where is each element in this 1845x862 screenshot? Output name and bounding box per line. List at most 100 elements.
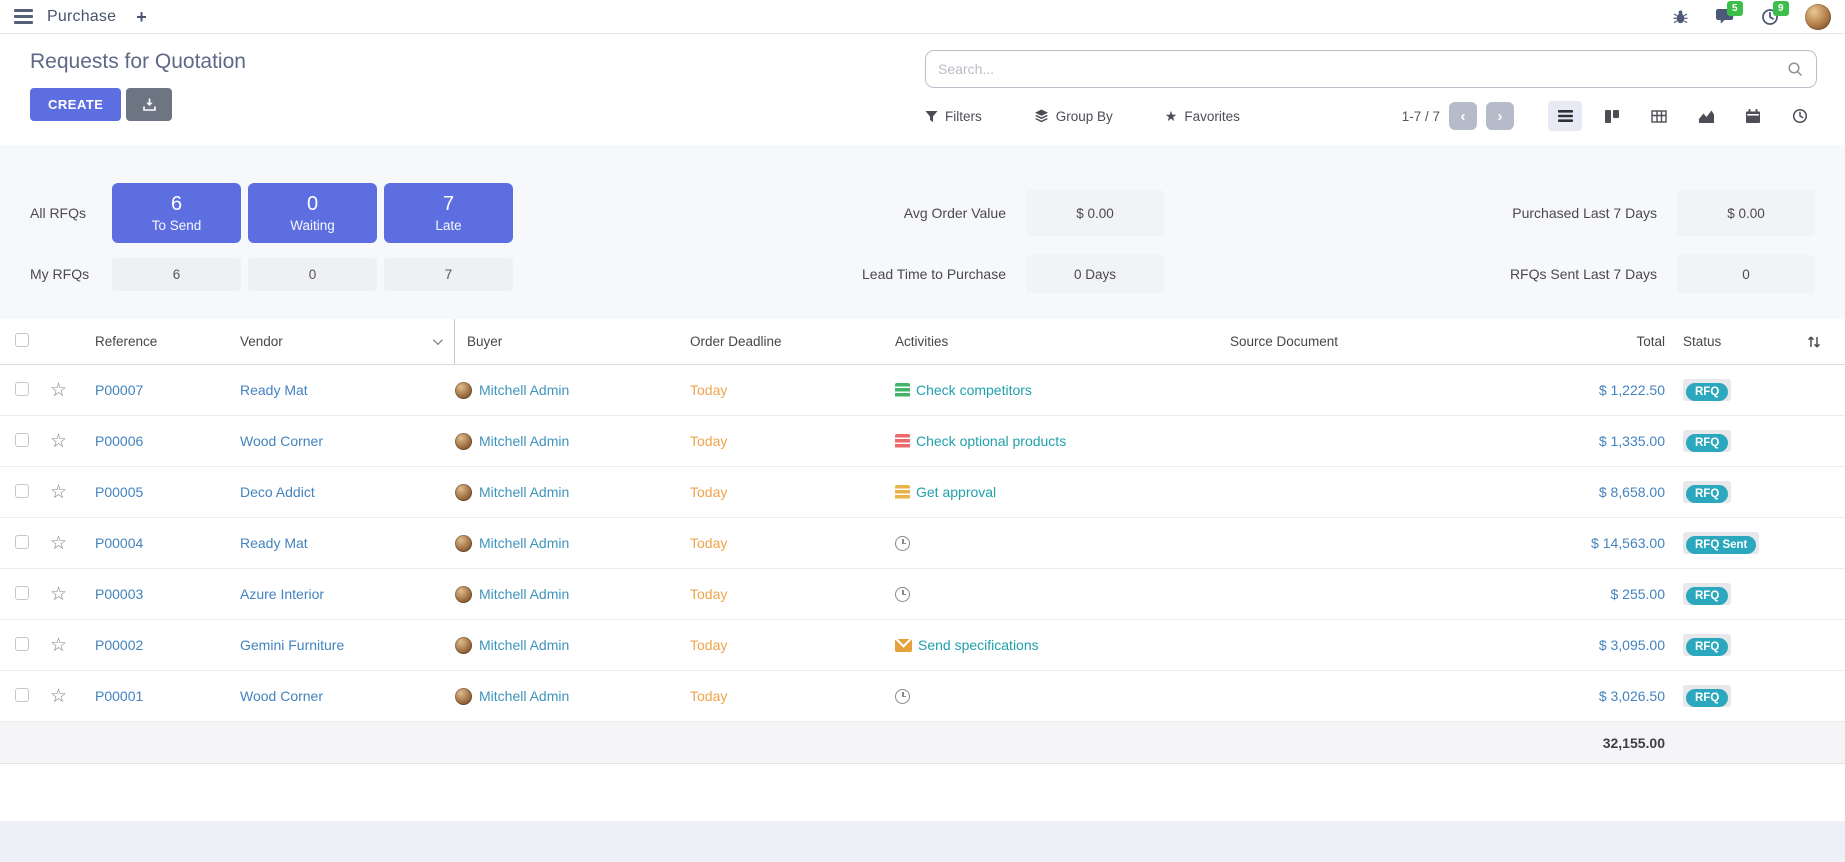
pager-range: 1-7 / 7 <box>1402 109 1440 124</box>
export-button[interactable] <box>126 88 172 121</box>
reference-link[interactable]: P00006 <box>95 433 240 449</box>
activity-cell[interactable]: Check competitors <box>895 382 1230 398</box>
table-row[interactable]: ☆ P00006 Wood Corner Mitchell Admin Toda… <box>0 416 1845 467</box>
activity-clock-icon[interactable] <box>895 587 910 602</box>
favorite-star-icon[interactable]: ☆ <box>50 432 95 451</box>
filters-label: Filters <box>945 109 982 124</box>
group-by-button[interactable]: Group By <box>1034 109 1113 124</box>
activity-icon[interactable] <box>895 383 910 398</box>
row-checkbox[interactable] <box>15 637 29 651</box>
reference-link[interactable]: P00003 <box>95 586 240 602</box>
row-checkbox[interactable] <box>15 586 29 600</box>
total-cell: $ 1,335.00 <box>1515 433 1665 449</box>
col-buyer[interactable]: Buyer <box>455 334 690 349</box>
lead-time-label: Lead Time to Purchase <box>513 266 1026 282</box>
activity-clock-icon[interactable] <box>895 536 910 551</box>
activity-icon[interactable] <box>895 434 910 449</box>
favorites-button[interactable]: ★ Favorites <box>1165 109 1240 124</box>
messages-icon[interactable]: 5 <box>1715 8 1735 26</box>
activity-cell[interactable]: Check optional products <box>895 433 1230 449</box>
activity-cell[interactable] <box>895 536 1230 551</box>
activity-cell[interactable]: Send specifications <box>895 637 1230 653</box>
col-reference[interactable]: Reference <box>95 334 240 349</box>
pager-previous-button[interactable]: ‹ <box>1449 102 1477 130</box>
status-badge: RFQ <box>1686 434 1728 452</box>
table-row[interactable]: ☆ P00005 Deco Addict Mitchell Admin Toda… <box>0 467 1845 518</box>
optional-columns-icon[interactable] <box>1806 334 1822 350</box>
new-tab-icon[interactable]: + <box>136 8 147 26</box>
vendor-cell: Wood Corner <box>240 433 455 449</box>
table-row[interactable]: ☆ P00003 Azure Interior Mitchell Admin T… <box>0 569 1845 620</box>
vendor-cell: Deco Addict <box>240 484 455 500</box>
debug-bug-icon[interactable] <box>1672 9 1689 25</box>
table-row[interactable]: ☆ P00007 Ready Mat Mitchell Admin Today … <box>0 365 1845 416</box>
favorite-star-icon[interactable]: ☆ <box>50 483 95 502</box>
reference-link[interactable]: P00001 <box>95 688 240 704</box>
status-badge: RFQ <box>1686 689 1728 707</box>
pager-next-button[interactable]: › <box>1486 102 1514 130</box>
favorite-star-icon[interactable]: ☆ <box>50 585 95 604</box>
reference-link[interactable]: P00002 <box>95 637 240 653</box>
graph-view-button[interactable] <box>1689 101 1723 131</box>
all-rfqs-label: All RFQs <box>30 205 112 221</box>
activities-clock-icon[interactable]: 9 <box>1761 8 1779 26</box>
col-order-deadline[interactable]: Order Deadline <box>690 334 895 349</box>
row-checkbox[interactable] <box>15 382 29 396</box>
reference-link[interactable]: P00005 <box>95 484 240 500</box>
col-activities[interactable]: Activities <box>895 334 1230 349</box>
activity-view-button[interactable] <box>1783 101 1817 131</box>
order-deadline: Today <box>690 637 895 653</box>
favorite-star-icon[interactable]: ☆ <box>50 636 95 655</box>
filters-button[interactable]: Filters <box>925 109 982 124</box>
my-kpi-late[interactable]: 7 <box>384 258 513 291</box>
kpi-late[interactable]: 7 Late <box>384 183 513 243</box>
apps-menu-icon[interactable] <box>14 9 33 24</box>
activity-envelope-icon[interactable] <box>895 639 912 652</box>
app-title[interactable]: Purchase <box>47 8 116 26</box>
buyer-name: Mitchell Admin <box>479 688 569 704</box>
row-checkbox[interactable] <box>15 535 29 549</box>
calendar-view-button[interactable] <box>1736 101 1770 131</box>
col-status[interactable]: Status <box>1665 334 1783 349</box>
reference-link[interactable]: P00004 <box>95 535 240 551</box>
favorite-star-icon[interactable]: ☆ <box>50 687 95 706</box>
kanban-view-button[interactable] <box>1595 101 1629 131</box>
status-badge: RFQ <box>1686 485 1728 503</box>
activity-cell[interactable] <box>895 587 1230 602</box>
table-row[interactable]: ☆ P00004 Ready Mat Mitchell Admin Today … <box>0 518 1845 569</box>
row-checkbox[interactable] <box>15 688 29 702</box>
activity-cell[interactable] <box>895 689 1230 704</box>
my-kpi-to-send[interactable]: 6 <box>112 258 241 291</box>
user-avatar[interactable] <box>1805 4 1831 30</box>
row-checkbox[interactable] <box>15 484 29 498</box>
col-source-document[interactable]: Source Document <box>1230 334 1515 349</box>
row-checkbox[interactable] <box>15 433 29 447</box>
messages-count-badge: 5 <box>1727 1 1743 16</box>
buyer-avatar <box>455 382 472 399</box>
group-by-label: Group By <box>1056 109 1113 124</box>
pivot-view-button[interactable] <box>1642 101 1676 131</box>
favorite-star-icon[interactable]: ☆ <box>50 381 95 400</box>
activity-label: Check optional products <box>916 433 1066 449</box>
list-view-button[interactable] <box>1548 101 1582 131</box>
reference-link[interactable]: P00007 <box>95 382 240 398</box>
my-kpi-waiting[interactable]: 0 <box>248 258 377 291</box>
search-bar[interactable] <box>925 50 1817 88</box>
table-row[interactable]: ☆ P00001 Wood Corner Mitchell Admin Toda… <box>0 671 1845 722</box>
status-badge: RFQ <box>1686 383 1728 401</box>
table-row[interactable]: ☆ P00002 Gemini Furniture Mitchell Admin… <box>0 620 1845 671</box>
activity-clock-icon[interactable] <box>895 689 910 704</box>
create-button[interactable]: CREATE <box>30 88 121 121</box>
col-vendor[interactable]: Vendor <box>240 319 455 364</box>
total-cell: $ 8,658.00 <box>1515 484 1665 500</box>
search-input[interactable] <box>938 61 1787 77</box>
order-deadline: Today <box>690 586 895 602</box>
select-all-checkbox[interactable] <box>15 333 29 347</box>
activity-cell[interactable]: Get approval <box>895 484 1230 500</box>
kpi-waiting[interactable]: 0 Waiting <box>248 183 377 243</box>
activity-icon[interactable] <box>895 485 910 500</box>
col-total[interactable]: Total <box>1515 334 1665 349</box>
search-icon[interactable] <box>1787 61 1804 78</box>
favorite-star-icon[interactable]: ☆ <box>50 534 95 553</box>
kpi-to-send[interactable]: 6 To Send <box>112 183 241 243</box>
